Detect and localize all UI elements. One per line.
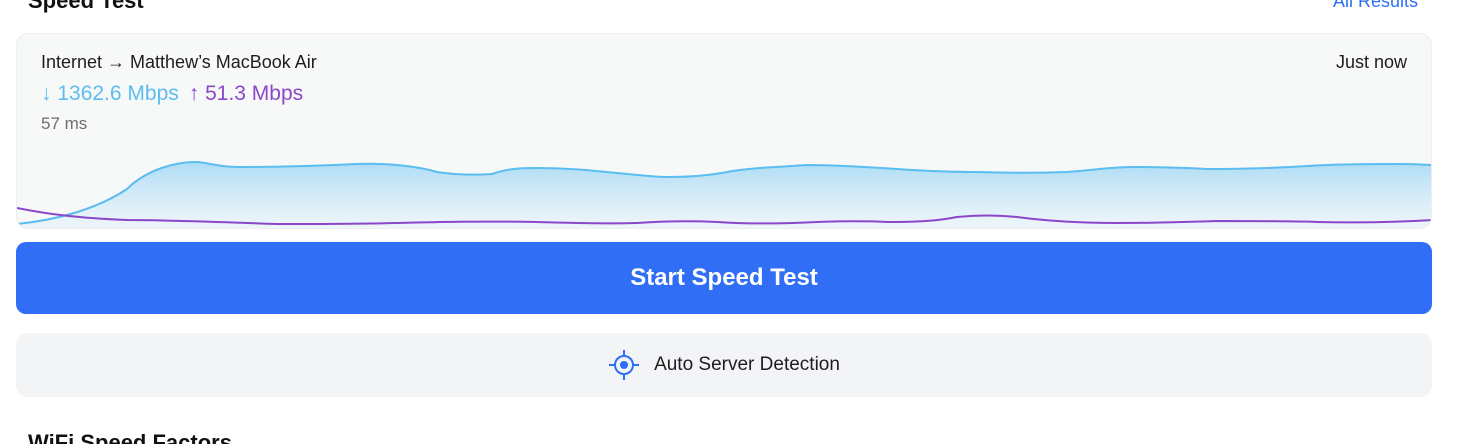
connection-route: Internet → Matthew’s MacBook Air bbox=[41, 52, 317, 72]
speed-graph bbox=[17, 160, 1431, 228]
result-timestamp: Just now bbox=[1335, 52, 1407, 72]
latest-result-card[interactable]: Internet → Matthew’s MacBook Air Just no… bbox=[16, 33, 1432, 229]
latency-value: 57 ms bbox=[41, 114, 88, 133]
crosshair-icon bbox=[608, 349, 640, 381]
speed-values: ↓ 1362.6 Mbps ↑ 51.3 Mbps bbox=[41, 82, 303, 106]
section-title: Speed Test bbox=[28, 0, 144, 13]
upload-speed: ↑ 51.3 Mbps bbox=[188, 82, 304, 105]
auto-server-detection-label: Auto Server Detection bbox=[654, 354, 840, 375]
download-speed: ↓ 1362.6 Mbps bbox=[41, 82, 179, 105]
all-results-link[interactable]: All Results bbox=[1333, 0, 1418, 12]
section-header: Speed Test All Results bbox=[28, 0, 1418, 16]
wifi-speed-factors-title: WiFi Speed Factors bbox=[28, 430, 232, 444]
start-speed-test-button[interactable]: Start Speed Test bbox=[16, 242, 1432, 314]
auto-server-detection-button[interactable]: Auto Server Detection bbox=[16, 333, 1432, 397]
speed-test-panel: Speed Test All Results Internet → Matthe… bbox=[0, 0, 1462, 444]
